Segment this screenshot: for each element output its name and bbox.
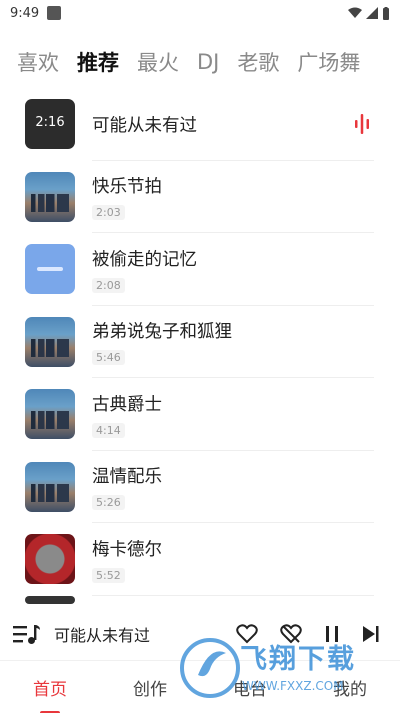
cover-duration-overlay: 2:16 <box>35 115 65 131</box>
mini-player[interactable]: 可能从未有过 <box>0 608 400 660</box>
tab-oldies[interactable]: 老歌 <box>237 47 279 77</box>
list-item[interactable]: 梅卡德尔 5:52 <box>0 523 400 596</box>
tab-square-dance[interactable]: 广场舞 <box>297 47 360 77</box>
song-cover <box>25 244 75 295</box>
song-cover <box>25 171 75 222</box>
song-cover: 2:16 <box>25 99 75 150</box>
song-cover <box>25 534 75 585</box>
song-title: 快乐节拍 <box>92 177 162 198</box>
playlist-icon[interactable] <box>12 622 42 646</box>
wifi-icon <box>348 7 362 18</box>
notification-icon <box>47 6 62 20</box>
status-time: 9:49 <box>10 5 40 21</box>
dislike-icon[interactable] <box>280 624 302 644</box>
song-cover <box>25 389 75 440</box>
song-title: 温情配乐 <box>92 467 162 488</box>
song-title: 被偷走的记忆 <box>92 249 197 270</box>
song-duration: 2:08 <box>92 277 125 293</box>
now-playing-title: 可能从未有过 <box>54 626 151 645</box>
list-item[interactable]: 古典爵士 4:14 <box>0 378 400 451</box>
song-cover <box>25 595 75 604</box>
pause-icon[interactable] <box>324 624 340 644</box>
list-item[interactable]: 快乐节拍 2:03 <box>0 161 400 234</box>
song-title: 古典爵士 <box>92 394 162 415</box>
list-item-partial[interactable] <box>0 595 400 609</box>
tab-favorites[interactable]: 喜欢 <box>17 47 59 77</box>
next-track-icon[interactable] <box>362 624 380 644</box>
song-list: 2:16 可能从未有过 快乐节拍 2:03 被偷走的记忆 2:08 弟弟说兔子和… <box>0 88 400 608</box>
list-item[interactable]: 被偷走的记忆 2:08 <box>0 233 400 306</box>
song-duration: 5:46 <box>92 350 125 366</box>
song-duration: 2:03 <box>92 205 125 221</box>
song-duration: 5:52 <box>92 567 125 583</box>
signal-icon <box>366 7 378 19</box>
list-item[interactable]: 2:16 可能从未有过 <box>0 88 400 161</box>
nav-mine[interactable]: 我的 <box>300 675 400 700</box>
list-item[interactable]: 弟弟说兔子和狐狸 5:46 <box>0 306 400 379</box>
category-tabs: 喜欢 推荐 最火 DJ 老歌 广场舞 <box>0 40 400 84</box>
tab-recommended[interactable]: 推荐 <box>77 47 119 77</box>
nav-create[interactable]: 创作 <box>100 675 200 700</box>
playing-waveform-icon <box>355 114 369 135</box>
nav-radio[interactable]: 电台 <box>200 675 300 700</box>
nav-home[interactable]: 首页 <box>0 675 100 700</box>
song-duration: 5:26 <box>92 495 125 511</box>
tab-dj[interactable]: DJ <box>197 50 219 74</box>
song-cover <box>25 316 75 367</box>
song-title: 可能从未有过 <box>92 115 197 136</box>
status-bar: 9:49 <box>0 0 400 26</box>
tab-hottest[interactable]: 最火 <box>137 47 179 77</box>
song-title: 梅卡德尔 <box>92 539 162 560</box>
song-duration: 4:14 <box>92 422 125 438</box>
battery-icon <box>383 6 389 20</box>
song-cover <box>25 461 75 512</box>
song-title: 弟弟说兔子和狐狸 <box>92 322 232 343</box>
list-item[interactable]: 温情配乐 5:26 <box>0 451 400 524</box>
heart-icon[interactable] <box>236 624 258 644</box>
bottom-navigation: 首页 创作 电台 我的 <box>0 660 400 713</box>
